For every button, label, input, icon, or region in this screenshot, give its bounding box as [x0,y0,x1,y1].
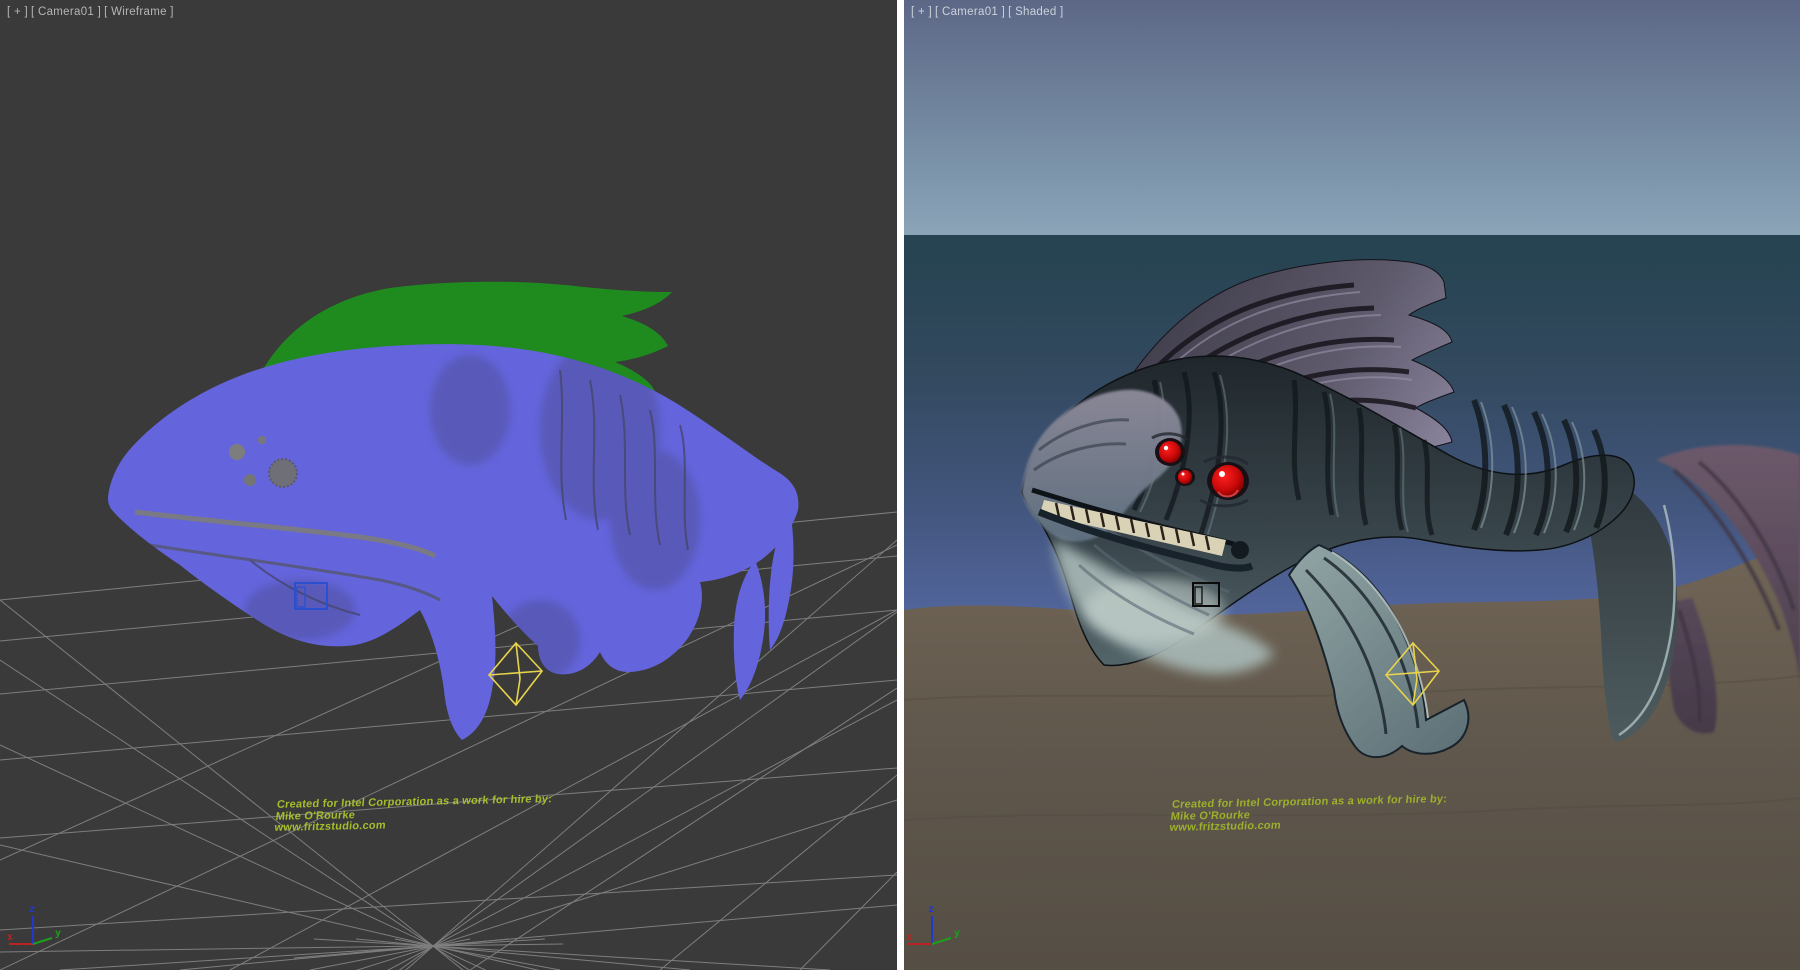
axis-y-label: y [55,928,61,939]
viewport-shaded[interactable]: x z y [ + ][ Camera01 ][ Shaded ] Create… [904,0,1800,970]
viewport-general-menu[interactable]: [ + ] [7,6,28,18]
viewport-general-menu[interactable]: [ + ] [911,6,932,18]
mouth-corner [1231,541,1249,559]
axis-y-label: y [954,928,960,939]
max-viewport-area: x z y [ + ][ Camera01 ][ Wireframe ] Cre… [0,0,1800,978]
viewport-pov-menu[interactable]: [ Camera01 ] [31,6,101,18]
viewport-shading-menu[interactable]: [ Shaded ] [1008,6,1063,18]
axis-z-label: z [928,904,934,915]
scene-watermark-text[interactable]: Created for Intel Corporation as a work … [274,794,553,834]
axis-z-label: z [29,904,35,915]
viewport-label: [ + ][ Camera01 ][ Wireframe ] [7,6,177,18]
viewport-label: [ + ][ Camera01 ][ Shaded ] [911,6,1067,18]
viewport-wireframe[interactable]: x z y [ + ][ Camera01 ][ Wireframe ] Cre… [0,0,897,970]
axis-x-label: x [7,932,13,943]
scene-watermark-text[interactable]: Created for Intel Corporation as a work … [1169,794,1448,834]
axis-x-label: x [906,932,912,943]
viewport-pov-menu[interactable]: [ Camera01 ] [935,6,1005,18]
sky-background [904,0,1800,237]
viewport-splitter[interactable] [897,0,904,970]
viewport-shading-menu[interactable]: [ Wireframe ] [104,6,174,18]
